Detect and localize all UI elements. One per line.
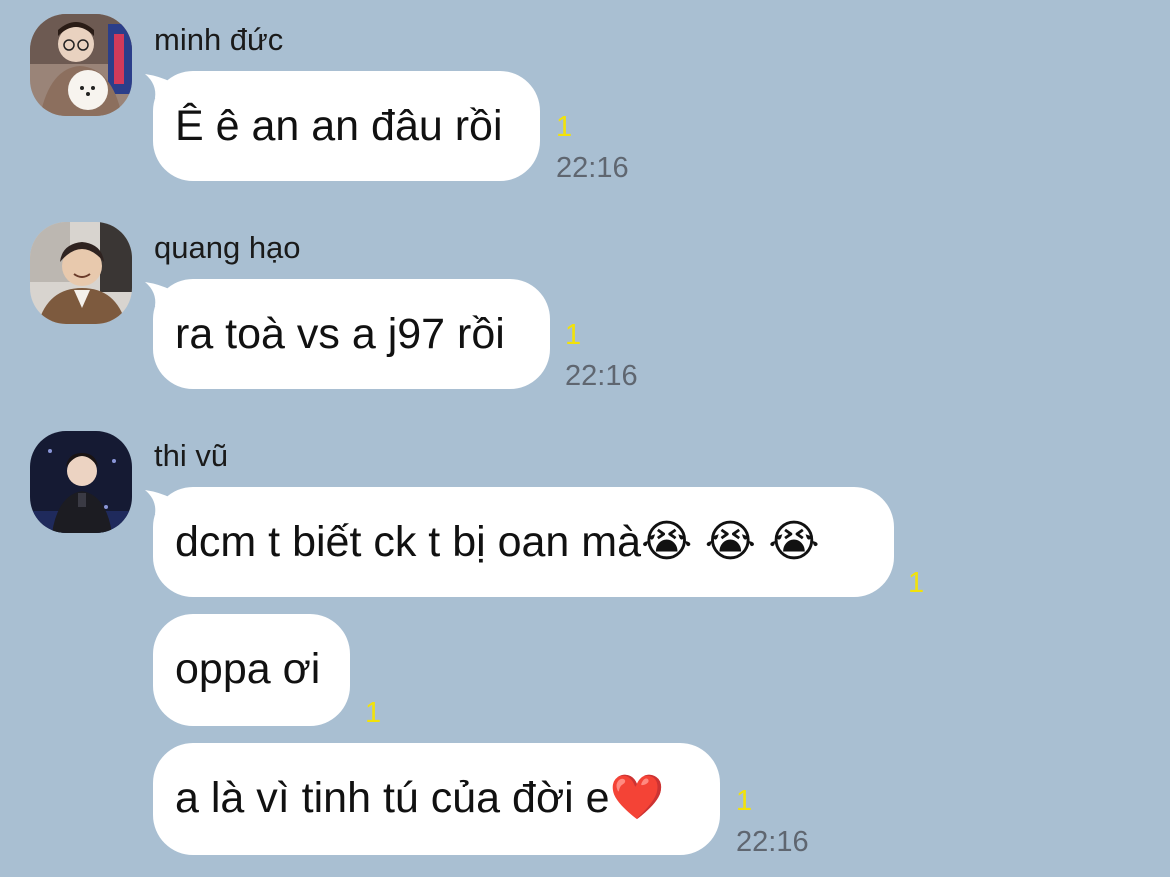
message-text: a là vì tinh tú của đời e [175, 774, 610, 822]
message-time: 22:16 [736, 826, 809, 858]
unread-count: 1 [556, 111, 573, 143]
message-bubble[interactable]: dcm t biết ck t bị oan mà😭 😭 😭 [153, 487, 894, 597]
chat-room: minh đức Ê ê an an đâu rồi 1 22:16 quang… [0, 0, 1170, 877]
message-time: 22:16 [565, 360, 638, 392]
unread-count: 1 [908, 567, 925, 599]
message-bubble[interactable]: oppa ơi [153, 614, 350, 726]
message-text: dcm t biết ck t bị oan mà [175, 518, 642, 566]
message-text: ra toà vs a j97 rồi [175, 310, 505, 358]
message-text: Ê ê an an đâu rồi [175, 102, 503, 150]
sender-name: quang hạo [154, 230, 301, 265]
message-bubble[interactable]: a là vì tinh tú của đời e❤️ [153, 743, 720, 855]
avatar[interactable] [30, 431, 132, 533]
user-avatar-smiling-icon [30, 222, 132, 324]
message-time: 22:16 [556, 152, 629, 184]
avatar[interactable] [30, 222, 132, 324]
avatar[interactable] [30, 14, 132, 116]
sender-name: thi vũ [154, 438, 229, 473]
unread-count: 1 [736, 785, 753, 817]
unread-count: 1 [365, 697, 382, 729]
user-avatar-with-dog-icon [30, 14, 132, 116]
unread-count: 1 [565, 319, 582, 351]
message-bubble[interactable]: ra toà vs a j97 rồi [153, 279, 550, 389]
message-text: oppa ơi [175, 645, 321, 693]
heart-icon: ❤️ [609, 773, 665, 822]
user-avatar-stage-icon [30, 431, 132, 533]
message-bubble[interactable]: Ê ê an an đâu rồi [153, 71, 540, 181]
crying-face-icon: 😭 😭 😭 [641, 517, 820, 566]
sender-name: minh đức [154, 22, 284, 57]
